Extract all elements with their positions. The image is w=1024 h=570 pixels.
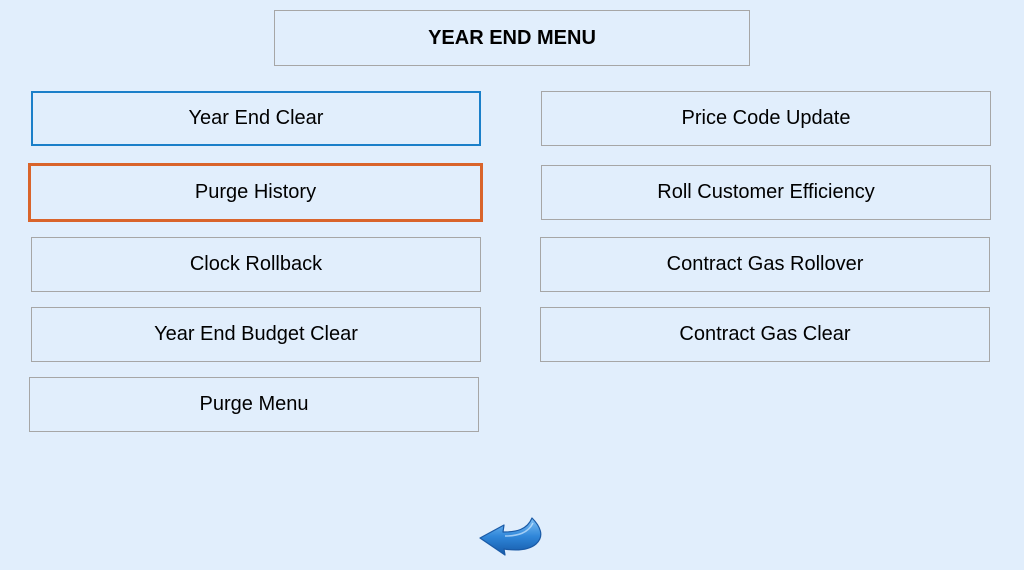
year-end-budget-clear-button[interactable]: Year End Budget Clear <box>31 307 481 362</box>
year-end-budget-clear-label: Year End Budget Clear <box>154 323 358 345</box>
roll-customer-efficiency-button[interactable]: Roll Customer Efficiency <box>541 165 991 220</box>
contract-gas-rollover-button[interactable]: Contract Gas Rollover <box>540 237 990 292</box>
purge-menu-button[interactable]: Purge Menu <box>29 377 479 432</box>
clock-rollback-button[interactable]: Clock Rollback <box>31 237 481 292</box>
year-end-clear-button[interactable]: Year End Clear <box>31 91 481 146</box>
purge-history-button[interactable]: Purge History <box>28 163 483 222</box>
purge-menu-label: Purge Menu <box>199 393 309 415</box>
contract-gas-rollover-label: Contract Gas Rollover <box>666 253 864 275</box>
purge-history-label: Purge History <box>194 181 317 203</box>
contract-gas-clear-button[interactable]: Contract Gas Clear <box>540 307 990 362</box>
back-button[interactable] <box>478 514 546 556</box>
back-arrow-icon <box>479 517 542 556</box>
clock-rollback-label: Clock Rollback <box>189 253 323 275</box>
roll-customer-efficiency-label: Roll Customer Efficiency <box>657 181 875 203</box>
price-code-update-label: Price Code Update <box>681 107 851 129</box>
page-title-text: YEAR END MENU <box>428 26 596 49</box>
year-end-clear-label: Year End Clear <box>188 107 324 129</box>
contract-gas-clear-label: Contract Gas Clear <box>679 323 851 345</box>
page-title: YEAR END MENU <box>274 10 750 66</box>
price-code-update-button[interactable]: Price Code Update <box>541 91 991 146</box>
